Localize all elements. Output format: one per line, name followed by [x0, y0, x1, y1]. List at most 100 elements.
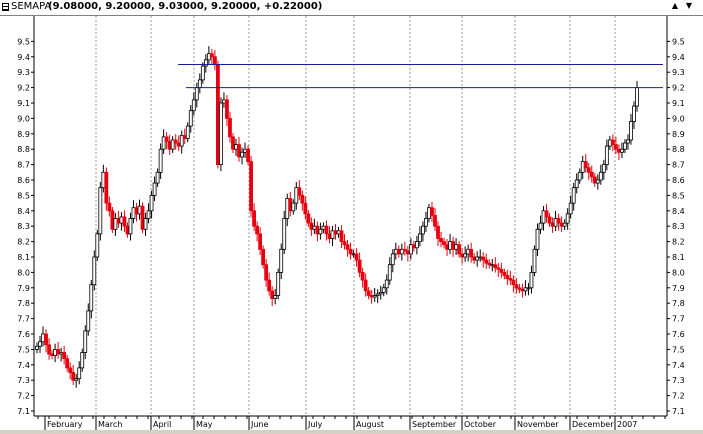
candle-body — [50, 353, 54, 356]
candle-body — [149, 194, 154, 212]
candle-body — [318, 228, 323, 235]
candle-body — [357, 259, 362, 273]
candle-body — [267, 279, 272, 292]
candle-body — [490, 264, 495, 267]
candle-body — [264, 264, 269, 281]
y-tick-label-left: 9.4 — [17, 53, 30, 62]
candle-body — [433, 215, 437, 227]
candle-body — [562, 222, 567, 227]
x-tick-label: 2007 — [617, 420, 637, 429]
candle-body — [632, 105, 636, 122]
candle-body — [65, 358, 70, 369]
candle-body — [158, 148, 163, 173]
scroll-down-icon[interactable]: ▼ — [684, 1, 694, 11]
candle-body — [601, 164, 606, 173]
x-tick-label: May — [196, 420, 213, 429]
candle-body — [514, 284, 519, 289]
candle-body — [345, 244, 350, 250]
y-tick-label-right: 9.0 — [672, 114, 685, 123]
y-tick-label-left: 7.5 — [17, 345, 30, 354]
candle-body — [592, 176, 597, 184]
candle-body — [249, 161, 253, 212]
candle-body — [378, 292, 383, 295]
candle-body — [363, 279, 368, 292]
candle-body — [541, 210, 546, 224]
candle-body — [258, 233, 263, 250]
y-tick-label-left: 7.1 — [17, 407, 30, 416]
candle-body — [74, 378, 79, 381]
y-tick-label-right: 8.1 — [672, 253, 685, 262]
candle-body — [59, 352, 64, 355]
candle-body — [252, 210, 256, 227]
candle-body — [62, 352, 67, 360]
candle-body — [333, 230, 338, 235]
y-tick-label-right: 8.7 — [672, 161, 685, 170]
candle-body — [529, 271, 534, 289]
y-tick-label-left: 8.2 — [17, 238, 30, 247]
candle-body — [56, 348, 61, 355]
y-tick-label-right: 8.9 — [672, 130, 685, 139]
candle-body — [140, 205, 145, 230]
candle-body — [306, 213, 311, 224]
y-tick-label-right: 8.6 — [672, 176, 685, 185]
candle-body — [116, 218, 121, 224]
y-tick-label-left: 7.3 — [17, 376, 30, 385]
y-tick-label-left: 8.4 — [17, 207, 30, 216]
candle-body — [95, 233, 100, 258]
y-tick-label-left: 8.1 — [17, 253, 30, 262]
candle-body — [390, 253, 395, 266]
y-tick-label-left: 8.3 — [17, 222, 30, 231]
candle-body — [86, 310, 91, 332]
candle-body — [246, 148, 250, 162]
candle-body — [285, 198, 290, 219]
y-tick-label-right: 9.1 — [672, 99, 685, 108]
candle-body — [80, 352, 85, 369]
y-tick-label-right: 7.3 — [672, 376, 685, 385]
candle-body — [604, 145, 609, 165]
candle-body — [481, 256, 486, 261]
candle-body — [411, 244, 416, 249]
candle-body — [44, 333, 48, 346]
candle-body — [315, 225, 320, 235]
y-tick-label-left: 7.6 — [17, 330, 30, 339]
y-tick-label-right: 8.2 — [672, 238, 685, 247]
candle-body — [146, 210, 151, 219]
candle-body — [38, 341, 42, 347]
candle-body — [170, 139, 175, 150]
candle-body — [173, 139, 178, 144]
y-tick-label-right: 8.0 — [672, 268, 685, 277]
y-tick-label-right: 9.5 — [672, 37, 685, 46]
candle-body — [535, 228, 540, 250]
candle-body — [134, 207, 139, 215]
candle-body — [137, 205, 142, 215]
candle-body — [354, 253, 359, 261]
x-tick-label: September — [412, 420, 457, 429]
candle-body — [402, 248, 407, 252]
y-tick-label-right: 7.7 — [672, 315, 685, 324]
candle-body — [261, 248, 266, 266]
candle-body — [544, 210, 549, 218]
candle-body — [484, 259, 489, 264]
candle-body — [194, 87, 199, 101]
candle-body — [104, 171, 109, 204]
y-tick-label-left: 9.2 — [17, 84, 30, 93]
y-tick-label-left: 9.1 — [17, 99, 30, 108]
scroll-up-icon[interactable]: ▲ — [670, 1, 680, 11]
candle-body — [381, 287, 386, 293]
candle-body — [303, 202, 308, 215]
candle-body — [457, 244, 462, 255]
candle-body — [571, 187, 576, 204]
candle-body — [384, 279, 389, 289]
candle-body — [517, 287, 522, 290]
candle-body — [460, 253, 465, 258]
candle-body — [125, 225, 130, 235]
candle-body — [547, 216, 552, 224]
candle-body — [53, 348, 57, 356]
candle-body — [574, 179, 579, 189]
y-tick-label-left: 8.8 — [17, 145, 30, 154]
candle-body — [520, 288, 525, 292]
candle-body — [399, 248, 404, 255]
x-tick-label: April — [153, 420, 171, 429]
candle-body — [348, 248, 353, 255]
y-tick-label-left: 7.9 — [17, 284, 30, 293]
